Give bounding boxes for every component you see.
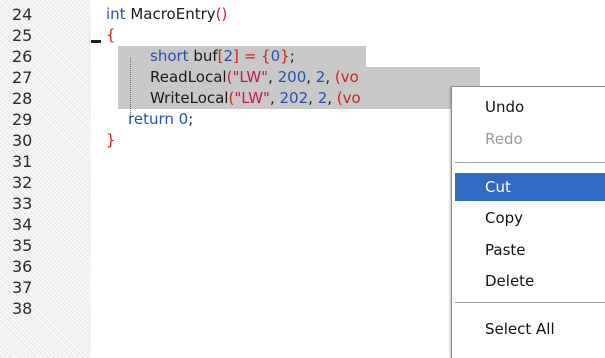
line-number: 32 [12, 173, 33, 192]
string-literal: "LW" [232, 68, 269, 86]
code-line-28[interactable]: WriteLocal("LW", 202, 2, (vo [150, 88, 361, 109]
punctuation: , [308, 89, 318, 107]
code-line-26[interactable]: short buf[2] = {0}; [150, 46, 295, 67]
menu-item-redo[interactable]: Redo [455, 125, 605, 153]
line-number: 25 [12, 26, 33, 45]
number: 2 [315, 68, 326, 86]
punctuation: } [280, 47, 290, 65]
code-line-29[interactable]: return 0; [128, 109, 193, 130]
menu-separator [455, 302, 605, 303]
line-number: 28 [12, 89, 33, 108]
punctuation: { [261, 47, 271, 65]
menu-item-copy[interactable]: Copy [455, 204, 605, 232]
code-line-30[interactable]: } [106, 130, 116, 151]
brace: } [106, 131, 116, 149]
punctuation: () [215, 5, 228, 23]
punctuation: , [269, 89, 280, 107]
identifier: buf [188, 47, 218, 65]
line-number: 34 [12, 215, 33, 234]
operator: = [243, 47, 257, 65]
line-number: 36 [12, 257, 33, 276]
cast-fragment: (vo [336, 89, 361, 107]
string-literal: "LW" [234, 89, 270, 107]
code-line-25[interactable]: { [106, 25, 116, 46]
number: 2 [317, 89, 328, 107]
punctuation: , [325, 68, 335, 86]
line-number: 24 [12, 5, 33, 24]
menu-item-select-all[interactable]: Select All [455, 315, 605, 343]
brace: { [106, 26, 116, 44]
punctuation: , [327, 89, 337, 107]
menu-item-paste[interactable]: Paste [455, 236, 605, 264]
line-number: 29 [12, 110, 33, 129]
punctuation: , [268, 68, 278, 86]
function-name: ReadLocal [150, 68, 227, 86]
cast-fragment: (vo [334, 68, 359, 86]
number: 2 [223, 47, 234, 65]
code-line-27[interactable]: ReadLocal("LW", 200, 2, (vo [150, 67, 359, 88]
number: 202 [279, 89, 309, 107]
line-number: 37 [12, 278, 33, 297]
number: 200 [277, 68, 307, 86]
function-name: WriteLocal [150, 89, 229, 107]
function-name: MacroEntry [125, 5, 216, 23]
line-number: 35 [12, 236, 33, 255]
fold-collapse-icon[interactable] [91, 40, 101, 43]
keyword: short [150, 47, 189, 65]
context-menu[interactable]: Undo Redo Cut Copy Paste Delete Select A… [451, 86, 605, 358]
number: 0 [270, 47, 281, 65]
line-number-gutter: 24 25 26 27 28 29 30 31 32 33 34 35 36 3… [0, 0, 91, 358]
line-number: 26 [12, 47, 33, 66]
number: 0 [178, 110, 189, 128]
punctuation: , [306, 68, 316, 86]
code-line-24[interactable]: int MacroEntry() [106, 4, 227, 25]
line-numbers: 24 25 26 27 28 29 30 31 32 33 34 35 36 3… [12, 4, 32, 319]
menu-item-undo[interactable]: Undo [455, 93, 605, 121]
line-number: 31 [12, 152, 33, 171]
keyword: int [106, 5, 126, 23]
menu-item-delete[interactable]: Delete [455, 267, 605, 295]
punctuation: ; [188, 110, 194, 128]
line-number: 38 [12, 299, 33, 318]
menu-separator [455, 162, 605, 163]
line-number: 33 [12, 194, 33, 213]
line-number: 27 [12, 68, 33, 87]
menu-item-cut[interactable]: Cut [455, 173, 605, 201]
keyword: return [128, 110, 174, 128]
punctuation: ; [289, 47, 295, 65]
line-number: 30 [12, 131, 33, 150]
